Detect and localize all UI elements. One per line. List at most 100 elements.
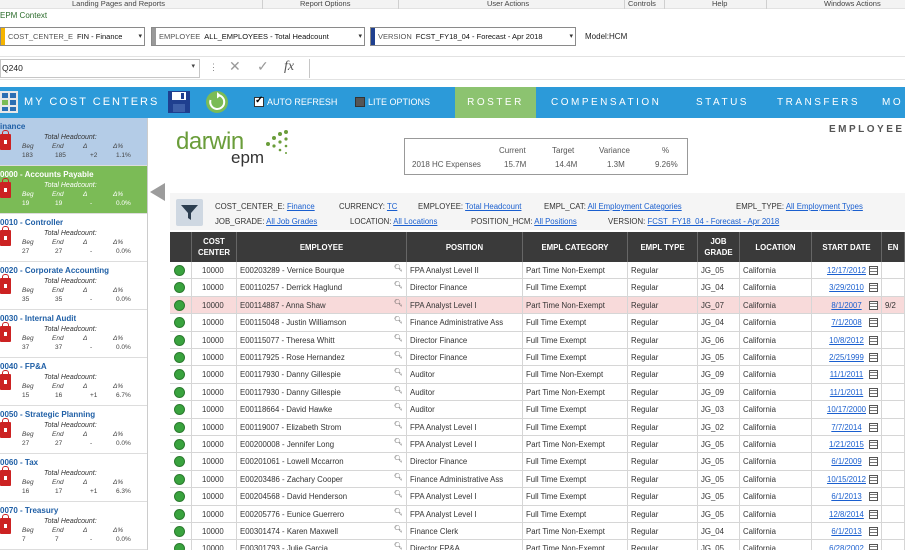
- search-icon[interactable]: 🔍︎: [394, 299, 403, 307]
- job-grade-cell[interactable]: JG_05: [698, 262, 740, 279]
- empl-category-cell[interactable]: Part Time Non-Exempt: [523, 383, 628, 401]
- location-cell[interactable]: California: [740, 470, 812, 488]
- tab-status[interactable]: STATUS: [696, 87, 749, 118]
- position-cell[interactable]: Auditor: [407, 401, 523, 419]
- employee-cell[interactable]: E00119007 - Elizabeth Strom: [237, 418, 407, 436]
- empl-category-cell[interactable]: Part Time Non-Exempt: [523, 262, 628, 279]
- position-cell[interactable]: Director Finance: [407, 453, 523, 471]
- job-grade-cell[interactable]: JG_05: [698, 540, 740, 550]
- column-header[interactable]: POSITION: [407, 232, 523, 262]
- position-cell[interactable]: Finance Administrative Ass: [407, 314, 523, 332]
- job-grade-cell[interactable]: JG_02: [698, 418, 740, 436]
- filter-empl-cat[interactable]: EMPL_CAT: All Employment Categories: [544, 202, 682, 211]
- end-date-cell[interactable]: 9/2: [882, 296, 905, 314]
- cost-center-context-dropdown[interactable]: COST_CENTER_E FIN - Finance ▾: [0, 27, 145, 46]
- cost-center-cell[interactable]: 10000: [192, 401, 237, 419]
- empl-type-cell[interactable]: Regular: [628, 418, 698, 436]
- employee-cell[interactable]: E00203486 - Zachary Cooper: [237, 470, 407, 488]
- position-cell[interactable]: Director Finance: [407, 279, 523, 297]
- employee-cell[interactable]: E00301793 - Julie Garcia: [237, 540, 407, 550]
- empl-category-cell[interactable]: Full Time Exempt: [523, 453, 628, 471]
- calendar-icon[interactable]: [869, 353, 878, 362]
- cost-center-cell[interactable]: 10000: [192, 296, 237, 314]
- calendar-icon[interactable]: [869, 300, 878, 310]
- search-icon[interactable]: 🔍︎: [394, 490, 403, 498]
- cost-center-cell[interactable]: 10000: [192, 505, 237, 523]
- position-cell[interactable]: Director Finance: [407, 349, 523, 366]
- empl-type-cell[interactable]: Regular: [628, 505, 698, 523]
- end-date-cell[interactable]: [882, 505, 905, 523]
- search-icon[interactable]: 🔍︎: [394, 351, 403, 359]
- end-date-cell[interactable]: [882, 488, 905, 506]
- lock-icon[interactable]: [0, 274, 11, 294]
- cost-center-cell[interactable]: 10000: [192, 262, 237, 279]
- position-cell[interactable]: Auditor: [407, 366, 523, 384]
- calendar-icon[interactable]: [869, 405, 878, 415]
- cost-center-item[interactable]: 0030 - Internal Audit Total Headcount: Beg…: [0, 310, 147, 358]
- search-icon[interactable]: 🔍︎: [394, 316, 403, 324]
- employee-context-dropdown[interactable]: EMPLOYEE ALL_EMPLOYEES - Total Headcount…: [151, 27, 365, 46]
- table-row[interactable]: 10000 E00203289 - Vernice Bourque FPA Anal…: [170, 262, 905, 280]
- calendar-icon[interactable]: [869, 318, 878, 328]
- lock-icon[interactable]: [0, 370, 11, 390]
- empl-type-cell[interactable]: Regular: [628, 523, 698, 540]
- insert-function-icon[interactable]: fx: [284, 59, 294, 75]
- job-grade-cell[interactable]: JG_05: [698, 470, 740, 488]
- calendar-icon[interactable]: [869, 457, 878, 467]
- column-header[interactable]: JOB GRADE: [698, 232, 740, 262]
- end-date-cell[interactable]: [882, 262, 905, 279]
- cost-center-item[interactable]: 0000 - Accounts Payable Total Headcount: B…: [0, 166, 147, 214]
- location-cell[interactable]: California: [740, 314, 812, 332]
- end-date-cell[interactable]: [882, 523, 905, 540]
- employee-cell[interactable]: E00204568 - David Henderson: [237, 488, 407, 506]
- search-icon[interactable]: 🔍︎: [394, 281, 403, 289]
- empl-type-cell[interactable]: Regular: [628, 296, 698, 314]
- auto-refresh-checkbox[interactable]: [254, 95, 264, 107]
- grid-icon[interactable]: [0, 90, 18, 114]
- location-cell[interactable]: California: [740, 279, 812, 297]
- lock-icon[interactable]: [0, 418, 11, 438]
- empl-category-cell[interactable]: Full Time Exempt: [523, 488, 628, 506]
- empl-category-cell[interactable]: Full Time Non-Exempt: [523, 366, 628, 384]
- table-row[interactable]: 10000 E00115048 - Justin Williamson Financ…: [170, 314, 905, 332]
- name-box[interactable]: Q240 ▾: [0, 59, 200, 78]
- formula-input[interactable]: [309, 59, 905, 78]
- tab-more[interactable]: MO: [882, 87, 903, 118]
- search-icon[interactable]: 🔍︎: [394, 368, 403, 376]
- end-date-cell[interactable]: [882, 540, 905, 550]
- employee-cell[interactable]: E00115077 - Theresa Whitt: [237, 331, 407, 349]
- empl-type-cell[interactable]: Regular: [628, 453, 698, 471]
- column-header[interactable]: LOCATION: [740, 232, 812, 262]
- cost-center-cell[interactable]: 10000: [192, 523, 237, 540]
- end-date-cell[interactable]: [882, 314, 905, 332]
- column-header[interactable]: START DATE: [812, 232, 882, 262]
- employee-cell[interactable]: E00117930 - Danny Gillespie: [237, 366, 407, 384]
- version-context-dropdown[interactable]: VERSION FCST_FY18_04 - Forecast - Apr 20…: [370, 27, 576, 46]
- search-icon[interactable]: 🔍︎: [394, 386, 403, 394]
- table-row[interactable]: 10000 E00204568 - David Henderson FPA Anal…: [170, 488, 905, 506]
- table-row[interactable]: 10000 E00114887 - Anna Shaw FPA Analyst Le…: [170, 296, 905, 315]
- search-icon[interactable]: 🔍︎: [394, 403, 403, 411]
- location-cell[interactable]: California: [740, 436, 812, 453]
- lock-icon[interactable]: [0, 466, 11, 486]
- search-icon[interactable]: 🔍︎: [394, 264, 403, 272]
- tab-compensation[interactable]: COMPENSATION: [551, 87, 661, 118]
- cost-center-item[interactable]: 0020 - Corporate Accounting Total Headcou…: [0, 262, 147, 310]
- calendar-icon[interactable]: [869, 387, 878, 397]
- position-cell[interactable]: Auditor: [407, 383, 523, 401]
- empl-type-cell[interactable]: Regular: [628, 470, 698, 488]
- search-icon[interactable]: 🔍︎: [394, 473, 403, 481]
- location-cell[interactable]: California: [740, 262, 812, 279]
- filter-employee[interactable]: EMPLOYEE: Total Headcount: [418, 202, 521, 211]
- employee-cell[interactable]: E00110257 - Derrick Haglund: [237, 279, 407, 297]
- job-grade-cell[interactable]: JG_06: [698, 331, 740, 349]
- table-row[interactable]: 10000 E00301793 - Julie Garcia Director FP…: [170, 540, 905, 550]
- calendar-icon[interactable]: [869, 509, 878, 519]
- cancel-icon[interactable]: ✕: [229, 58, 241, 75]
- end-date-cell[interactable]: [882, 279, 905, 297]
- filter-cost-center[interactable]: COST_CENTER_E: Finance: [215, 202, 315, 211]
- employee-cell[interactable]: E00205776 - Eunice Guerrero: [237, 505, 407, 523]
- column-header[interactable]: EN: [882, 232, 905, 262]
- cost-center-item[interactable]: 0010 - Controller Total Headcount: Beg End Δ…: [0, 214, 147, 262]
- location-cell[interactable]: California: [740, 366, 812, 384]
